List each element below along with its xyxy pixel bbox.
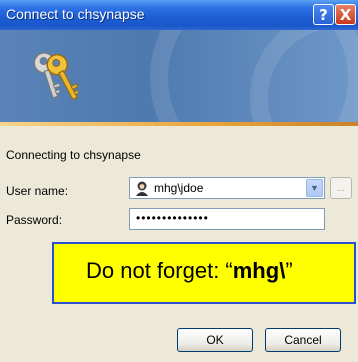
reminder-suffix: ”: [285, 258, 293, 283]
window-title: Connect to chsynapse: [6, 6, 145, 22]
close-button[interactable]: X: [335, 4, 356, 25]
keys-icon: [33, 52, 78, 101]
reminder-callout: Do not forget: “mhg\”: [52, 242, 356, 304]
banner-strip: [0, 122, 358, 126]
password-mask: ••••••••••••••: [136, 211, 209, 225]
connect-dialog: Connect to chsynapse ? X Connecting to c…: [0, 0, 358, 362]
connecting-text: Connecting to chsynapse: [6, 148, 141, 162]
user-name-combobox[interactable]: mhg\jdoe ▼: [129, 177, 325, 199]
help-button[interactable]: ?: [313, 4, 334, 25]
close-icon: X: [339, 5, 352, 24]
browse-button[interactable]: ...: [330, 177, 352, 199]
title-bar[interactable]: Connect to chsynapse ? X: [0, 0, 358, 30]
cancel-button[interactable]: Cancel: [265, 328, 341, 352]
reminder-text: Do not forget: “mhg\”: [86, 258, 293, 284]
reminder-domain: mhg\: [232, 258, 286, 283]
password-label: Password:: [6, 213, 63, 227]
user-name-value: mhg\jdoe: [154, 181, 204, 195]
user-name-label: User name:: [6, 184, 69, 198]
ok-button[interactable]: OK: [177, 328, 253, 352]
password-field[interactable]: ••••••••••••••: [129, 208, 325, 230]
chevron-down-icon[interactable]: ▼: [306, 179, 323, 197]
help-icon: ?: [319, 5, 328, 24]
reminder-prefix: Do not forget: “: [86, 258, 233, 283]
user-icon: [136, 181, 148, 196]
